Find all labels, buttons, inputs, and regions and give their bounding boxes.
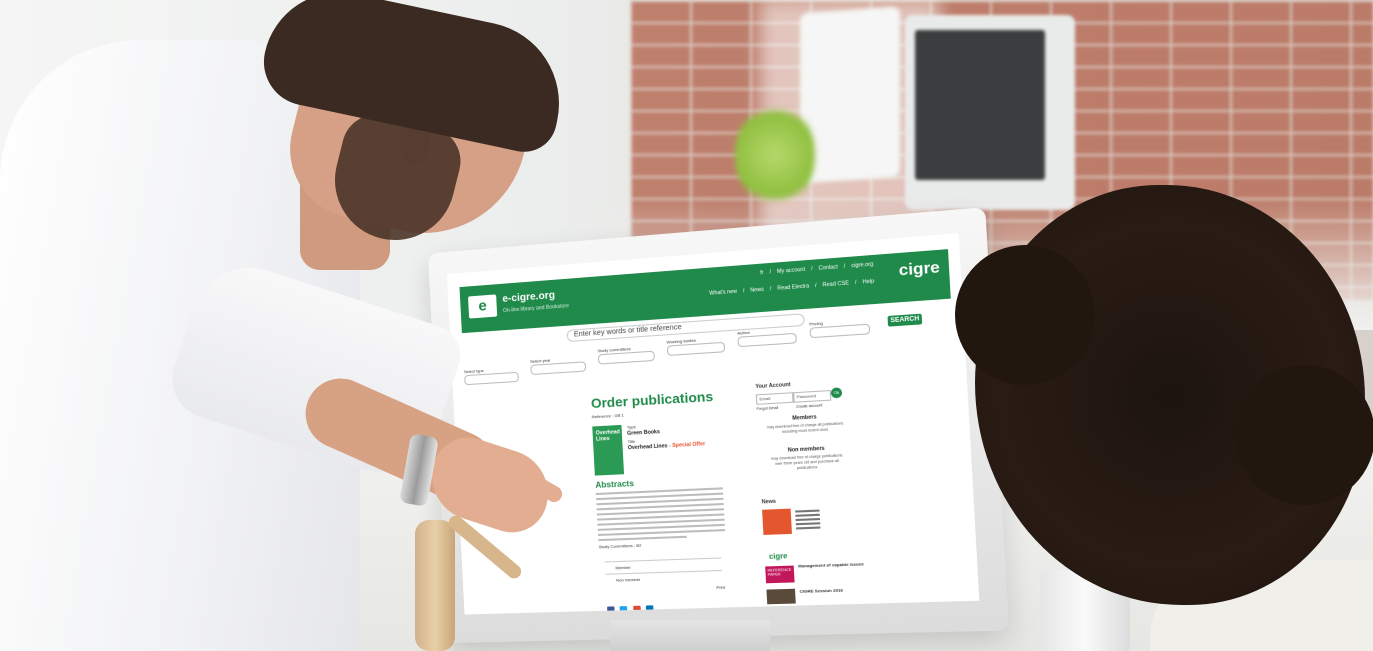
- cigre-org-link[interactable]: cigre.org: [851, 261, 873, 269]
- site-name[interactable]: e-cigre.org: [502, 290, 555, 305]
- create-account-link[interactable]: Create account: [796, 403, 823, 409]
- price-row-nonmember: Non member: [615, 576, 641, 583]
- linkedin-icon[interactable]: [646, 605, 654, 613]
- filter-author-label: Author: [737, 329, 751, 336]
- monitor-stand: [610, 620, 770, 651]
- separator: /: [854, 279, 857, 287]
- office-scene: e e-cigre.org On-line library and Bookst…: [0, 0, 1373, 651]
- plant: [735, 100, 815, 210]
- news-title: News: [761, 498, 777, 506]
- title-text: Overhead Lines: [627, 443, 668, 452]
- type-label: Type: [626, 424, 637, 430]
- password-field[interactable]: Password: [793, 390, 832, 403]
- members-text: may download free of charge all publicat…: [766, 421, 844, 435]
- page-title: Order publications: [590, 388, 714, 412]
- separator: /: [814, 282, 817, 290]
- nav-news[interactable]: News: [750, 287, 764, 294]
- session-image[interactable]: [766, 588, 796, 605]
- separator: /: [843, 263, 846, 270]
- nav-read-cse[interactable]: Read CSE: [822, 280, 849, 288]
- type-value: Green Books: [626, 429, 661, 437]
- filter-pricing-label: Pricing: [809, 320, 823, 327]
- divider: [605, 569, 722, 575]
- divider: [604, 557, 722, 563]
- top-links: fr / My account / Contact / cigre.org: [756, 261, 873, 277]
- twitter-icon[interactable]: [620, 606, 628, 614]
- social-share: [607, 599, 656, 614]
- study-committee: Study Committees : B2: [598, 542, 642, 550]
- nav-help[interactable]: Help: [862, 278, 874, 285]
- session-title[interactable]: CIGRE Session 2016: [799, 587, 843, 594]
- site-tagline: On-line library and Bookstore: [502, 303, 570, 315]
- separator: /: [810, 266, 813, 273]
- contact-link[interactable]: Contact: [818, 264, 838, 272]
- reference-label: Reference : GB 1: [591, 412, 625, 420]
- nav-read-electra[interactable]: Read Electra: [777, 283, 809, 292]
- cigre-logo: cigre: [768, 553, 788, 562]
- forgot-link[interactable]: Forgot Email: [756, 406, 778, 411]
- filter-year-select[interactable]: [530, 361, 587, 376]
- news-image[interactable]: [762, 508, 792, 535]
- separator: /: [742, 288, 745, 295]
- print-button[interactable]: Print: [716, 585, 725, 590]
- site-logo[interactable]: e: [467, 294, 498, 319]
- cigre-brand-logo[interactable]: cigre: [898, 258, 940, 279]
- googleplus-icon[interactable]: [633, 605, 641, 614]
- abstract-title: Abstracts: [595, 478, 635, 490]
- screen: e e-cigre.org On-line library and Bookst…: [446, 233, 980, 615]
- price-row-member: Member: [615, 564, 631, 571]
- nonmembers-text: may download free of charge publications…: [770, 453, 843, 471]
- separator: /: [769, 269, 772, 276]
- title-label: Title: [627, 438, 636, 445]
- abstract-text: [595, 487, 726, 544]
- search-button[interactable]: SEARCH: [887, 313, 923, 327]
- nav-whats-new[interactable]: What's new: [709, 289, 737, 297]
- my-account-link[interactable]: My account: [777, 267, 806, 275]
- facebook-icon[interactable]: [607, 606, 615, 614]
- reference-paper-badge[interactable]: REFERENCE PAPER: [765, 565, 795, 584]
- news-text: [795, 509, 821, 532]
- login-ok-button[interactable]: Ok: [830, 387, 843, 399]
- title-value: Overhead Lines - Special Offer: [628, 441, 706, 451]
- book-cover[interactable]: Overhead Lines: [592, 424, 625, 476]
- reference-paper-title[interactable]: Management of capable issues: [798, 561, 864, 568]
- lang-link[interactable]: fr: [760, 270, 764, 277]
- separator: /: [769, 286, 772, 293]
- email-field[interactable]: Email: [755, 392, 794, 405]
- wooden-mannequin: [415, 520, 455, 651]
- nav-links: What's new / News / Read Electra / Read …: [705, 278, 874, 297]
- filter-type-select[interactable]: [464, 371, 519, 386]
- special-offer: - Special Offer: [667, 441, 706, 450]
- account-title: Your Account: [755, 381, 791, 391]
